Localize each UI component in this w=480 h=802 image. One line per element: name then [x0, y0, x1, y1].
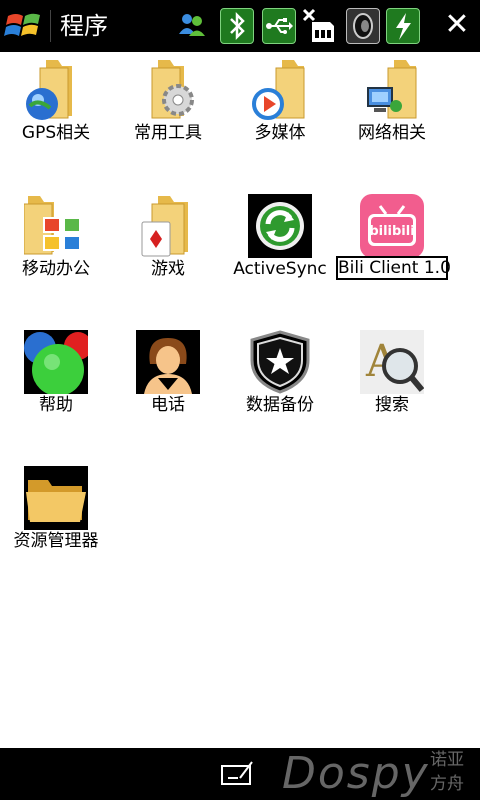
app-office[interactable]: 移动办公: [0, 190, 112, 310]
bottom-bar: Dospy 诺亚 方舟: [0, 748, 480, 800]
bilibili-icon: bilibili: [360, 194, 424, 258]
app-label: 搜索: [375, 395, 409, 415]
usb-icon[interactable]: [262, 8, 296, 44]
app-label: GPS相关: [21, 123, 91, 143]
app-network[interactable]: 网络相关: [336, 54, 448, 174]
help-icon: [24, 330, 92, 396]
app-bili-client[interactable]: bilibili Bili Client 1.0: [336, 190, 451, 310]
title-divider: [50, 10, 51, 42]
app-phone[interactable]: 电话: [112, 326, 224, 446]
app-label: 游戏: [151, 259, 185, 279]
watermark-subtitle-line-1: 诺亚: [430, 750, 464, 770]
page-title: 程序: [60, 12, 108, 40]
network-folder-icon: [360, 58, 424, 122]
search-icon: A: [360, 330, 425, 394]
bluetooth-icon[interactable]: [220, 8, 254, 44]
file-explorer-icon: [24, 466, 88, 530]
app-search[interactable]: A 搜索: [336, 326, 448, 446]
battery-charging-icon[interactable]: [386, 8, 420, 44]
windows-start-icon[interactable]: [4, 6, 46, 46]
close-icon[interactable]: ✕: [440, 8, 474, 42]
app-label-selected: Bili Client 1.0: [336, 256, 451, 280]
app-label: 网络相关: [358, 123, 426, 143]
app-label: 常用工具: [134, 123, 202, 143]
app-help[interactable]: 帮助: [0, 326, 112, 446]
phone-icon: [136, 330, 200, 394]
app-multimedia[interactable]: 多媒体: [224, 54, 336, 174]
app-label: 移动办公: [22, 259, 90, 279]
app-tools[interactable]: 常用工具: [112, 54, 224, 174]
tools-folder-icon: [136, 58, 200, 122]
app-gps[interactable]: GPS相关: [0, 54, 112, 174]
app-label: 电话: [151, 395, 185, 415]
messenger-icon[interactable]: [176, 8, 208, 42]
gps-folder-icon: [24, 58, 88, 122]
app-label: 数据备份: [246, 395, 314, 415]
activesync-icon: [248, 194, 312, 258]
keyboard-icon[interactable]: [220, 758, 256, 788]
app-label: 多媒体: [254, 123, 306, 143]
games-folder-icon: [136, 194, 200, 258]
app-games[interactable]: 游戏: [112, 190, 224, 310]
app-activesync[interactable]: ActiveSync: [224, 190, 336, 310]
svg-text:bilibili: bilibili: [369, 224, 414, 239]
app-backup[interactable]: 数据备份: [224, 326, 336, 446]
watermark-subtitle-line-2: 方舟: [430, 774, 464, 794]
app-file-explorer[interactable]: 资源管理器: [0, 462, 112, 582]
app-label: 帮助: [39, 395, 73, 415]
watermark-logo: Dospy: [282, 748, 430, 799]
office-folder-icon: [23, 194, 88, 258]
app-label: ActiveSync: [233, 259, 327, 279]
watermark-subtitle: 诺亚 方舟: [430, 748, 470, 796]
multimedia-folder-icon: [248, 58, 312, 122]
backup-icon: [248, 330, 312, 394]
title-bar: 程序 ✕: [0, 0, 480, 52]
speaker-icon[interactable]: [346, 8, 380, 44]
app-label: 资源管理器: [13, 531, 99, 551]
no-sim-icon[interactable]: [302, 8, 334, 42]
